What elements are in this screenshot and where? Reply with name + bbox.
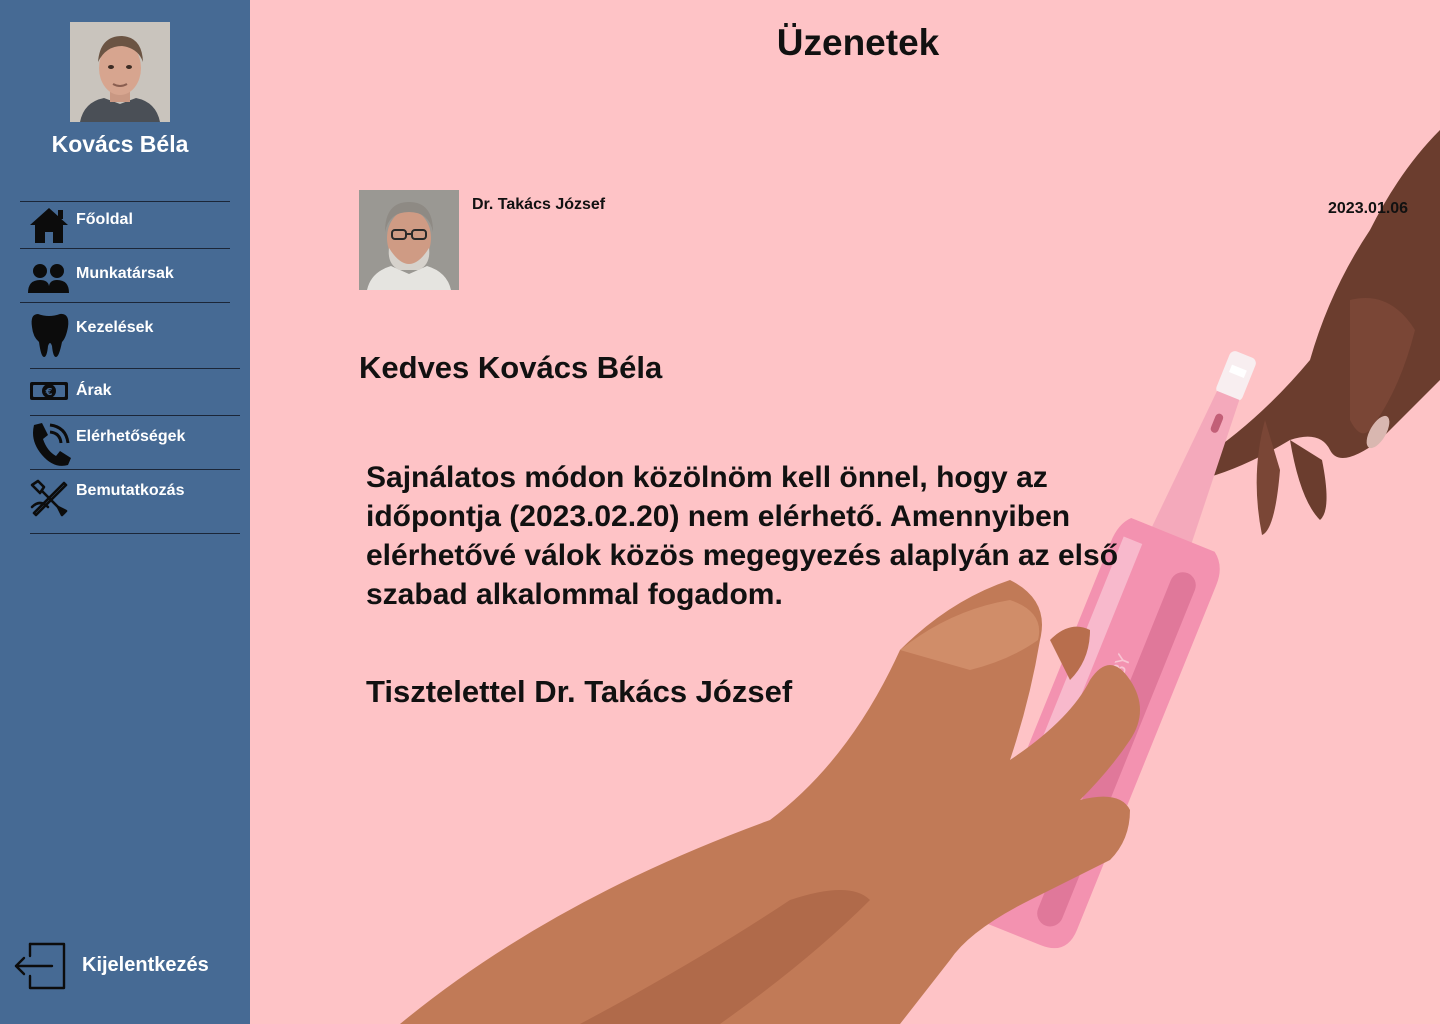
page-title: Üzenetek: [776, 22, 940, 63]
people-icon: [28, 264, 69, 293]
message-date: 2023.01.06: [1328, 200, 1409, 217]
nav-divider: [30, 415, 240, 416]
nav-label-prices: Árak: [76, 382, 112, 399]
nav-item-prices[interactable]: € Árak: [20, 370, 245, 415]
nav-label-contacts: Elérhetőségek: [76, 428, 186, 445]
nav-item-staff[interactable]: Munkatársak: [20, 250, 245, 302]
sender-avatar: [359, 190, 459, 290]
main-content: GOBY Üzenetek Dr. Takács József 2023.01.…: [250, 0, 1440, 1024]
nav-divider: [20, 302, 230, 303]
nav-divider: [30, 368, 240, 369]
nav-divider: [30, 533, 240, 534]
message-greeting: Kedves Kovács Béla: [359, 350, 663, 385]
nav-item-about[interactable]: Bemutatkozás: [20, 471, 245, 533]
phone-icon: [33, 423, 71, 466]
nav-divider: [30, 469, 240, 470]
svg-text:€: €: [45, 387, 53, 398]
logout-label: Kijelentkezés: [82, 954, 209, 976]
nav-label-home: Főoldal: [76, 211, 133, 228]
nav-label-staff: Munkatársak: [76, 265, 174, 282]
sidebar: Kovács Béla Főoldal Munkatársak Kezelése…: [0, 0, 250, 1024]
nav-label-about: Bemutatkozás: [76, 482, 185, 499]
nav-divider: [20, 201, 230, 202]
sender-name: Dr. Takács József: [472, 196, 606, 213]
message-body: Sajnálatos módon közölnöm kell önnel, ho…: [366, 461, 1119, 611]
message-signature: Tisztelettel Dr. Takács József: [366, 674, 793, 709]
nav-divider: [20, 248, 230, 249]
tooth-icon: [31, 313, 69, 357]
nav-item-contacts[interactable]: Elérhetőségek: [20, 417, 245, 469]
user-avatar: [70, 22, 170, 122]
nav-item-home[interactable]: Főoldal: [20, 203, 245, 248]
nav-item-treatments[interactable]: Kezelések: [20, 304, 245, 368]
logout-button[interactable]: Kijelentkezés: [12, 940, 232, 992]
logout-icon: [14, 942, 66, 990]
tools-icon: [30, 479, 68, 517]
home-icon: [30, 208, 68, 243]
nav-label-treatments: Kezelések: [76, 319, 154, 336]
user-name: Kovács Béla: [51, 131, 189, 157]
euro-banknote-icon: €: [30, 382, 68, 400]
